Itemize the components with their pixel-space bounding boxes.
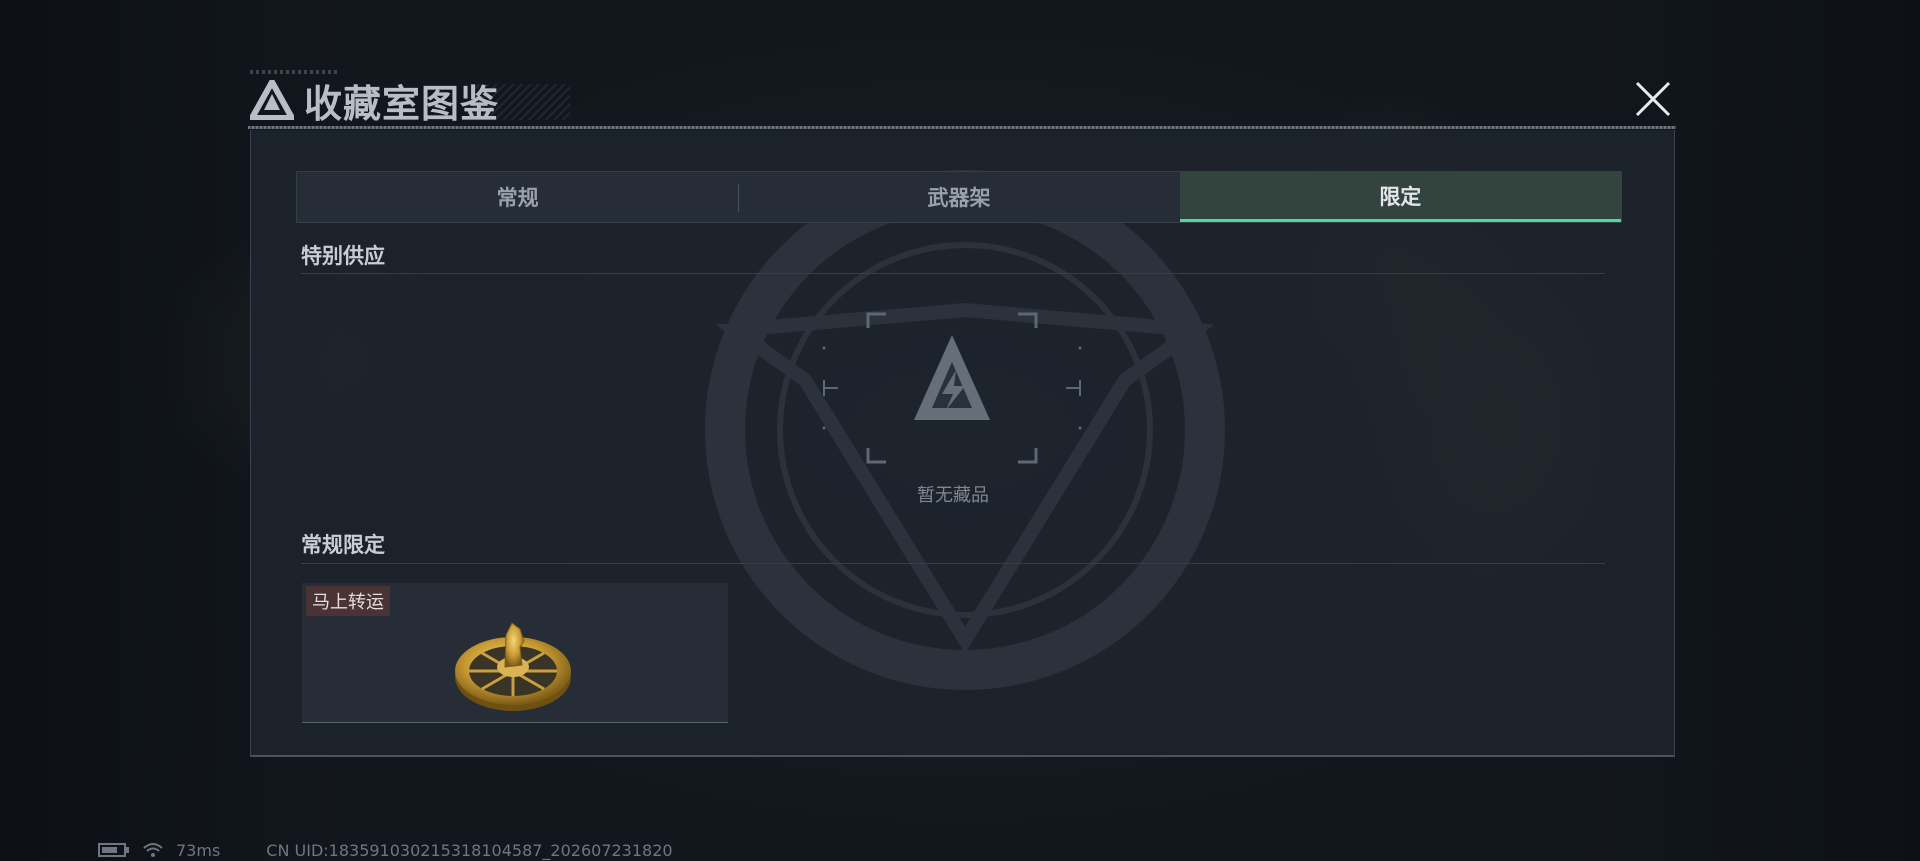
collection-item-card[interactable]: 马上转运 — [302, 583, 728, 723]
section-title-special: 特别供应 — [301, 244, 385, 268]
tab-regular[interactable]: 常规 — [297, 172, 738, 222]
close-icon — [1635, 81, 1671, 117]
header-divider — [248, 126, 1676, 129]
item-name-tag: 马上转运 — [306, 586, 390, 616]
section-title-limited: 常规限定 — [301, 533, 385, 557]
delta-logo-icon — [914, 335, 990, 420]
section-divider — [301, 273, 1605, 274]
close-button[interactable] — [1632, 78, 1674, 120]
golden-horse-coin-icon — [455, 622, 571, 711]
status-bar: 73ms CN UID:1835910302153181045​87_20260… — [98, 840, 673, 860]
title-hatch-decoration — [470, 84, 570, 120]
empty-placeholder — [822, 312, 1082, 464]
empty-state-text: 暂无藏品 — [917, 485, 989, 506]
user-uid: CN UID:1835910302153181045​87_2026072318… — [266, 840, 673, 860]
category-tabs: 常规 武器架 限定 — [296, 171, 1622, 223]
network-latency: 73ms — [176, 840, 221, 860]
tab-limited[interactable]: 限定 — [1179, 172, 1621, 222]
delta-logo-icon — [250, 80, 294, 120]
dialog-header: 收藏室图鉴 — [250, 74, 499, 126]
battery-icon — [98, 843, 129, 857]
wifi-icon — [143, 843, 163, 857]
tab-weapon-rack[interactable]: 武器架 — [738, 172, 1179, 222]
section-divider — [301, 563, 1605, 564]
